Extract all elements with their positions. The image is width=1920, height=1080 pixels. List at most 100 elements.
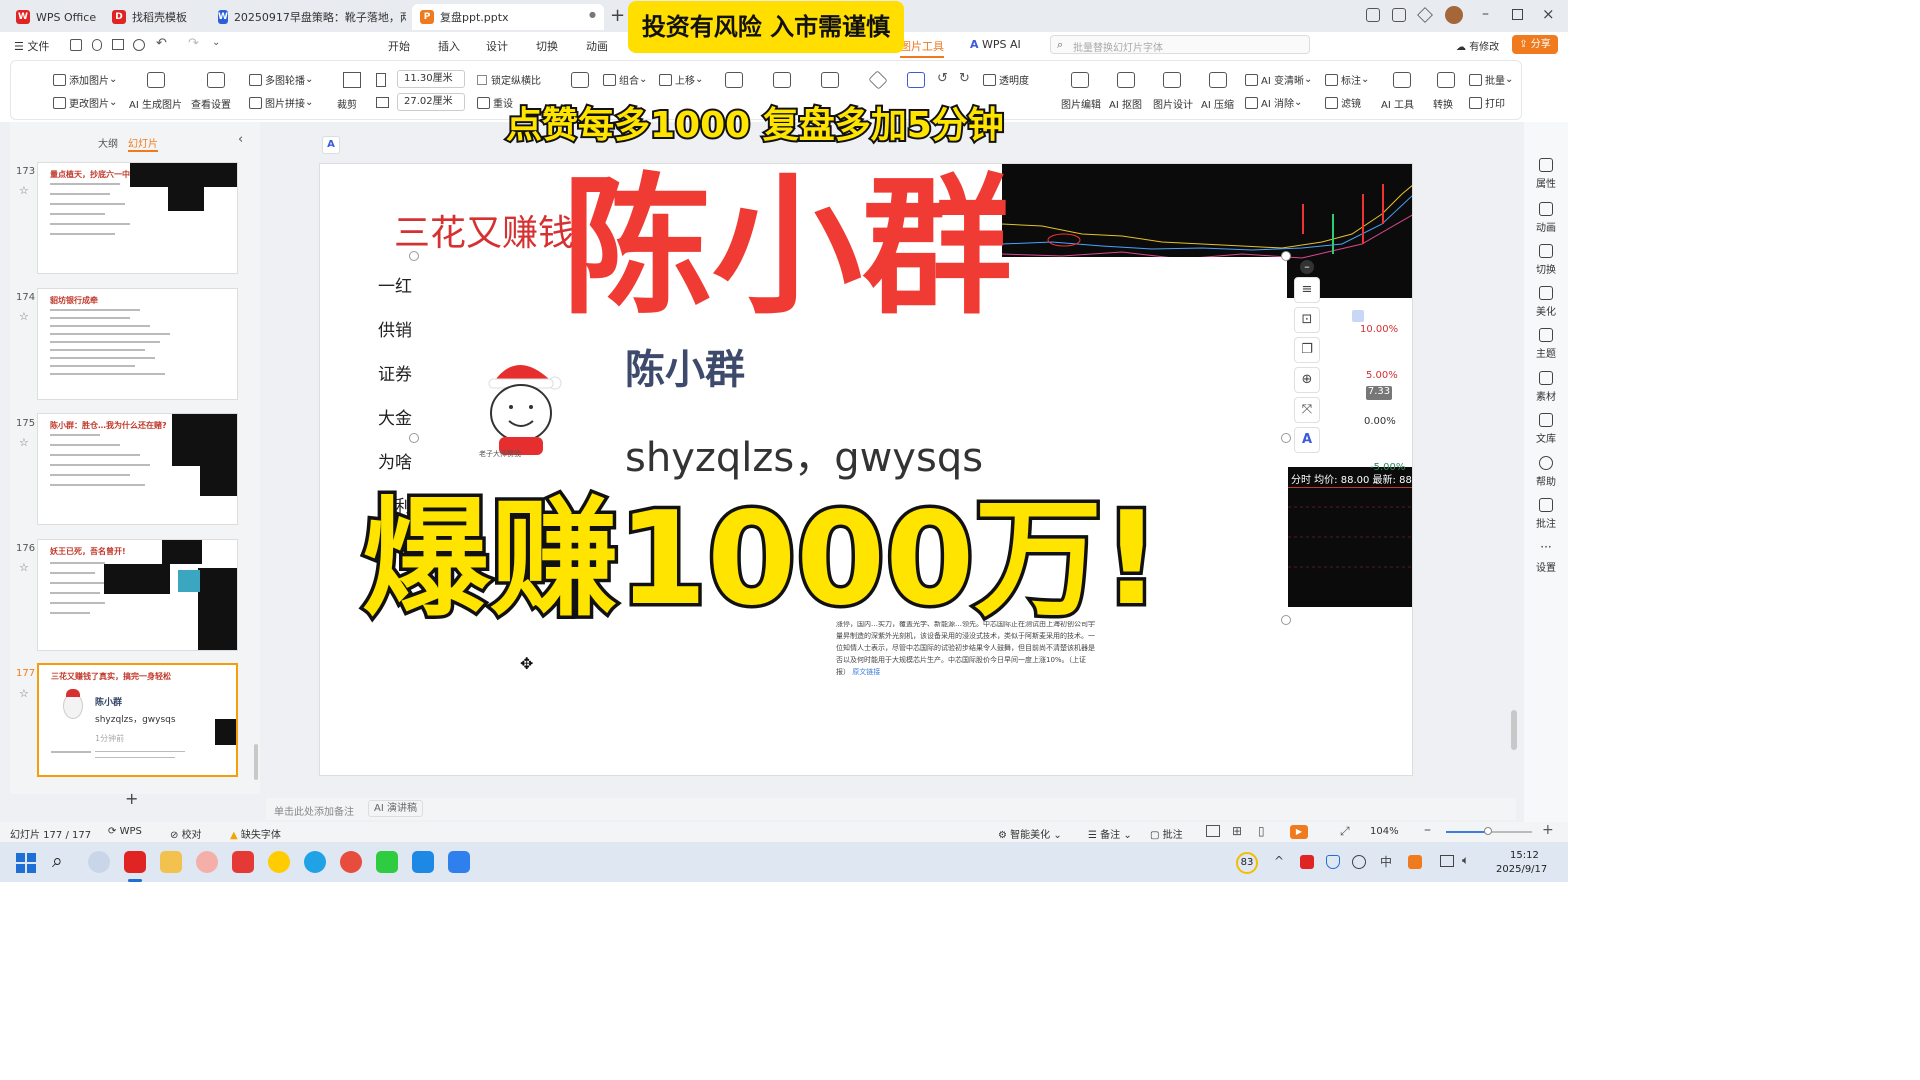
weather-badge[interactable]: 83: [1236, 852, 1258, 874]
sidebar-theme[interactable]: 主题: [1524, 328, 1568, 360]
multi-carousel-button[interactable]: 多图轮播 ⌄: [249, 72, 313, 87]
slide-line[interactable]: 大金: [378, 404, 412, 429]
picture-frame-icon[interactable]: [907, 72, 925, 88]
slide-line[interactable]: 供销: [378, 316, 412, 341]
filter-button[interactable]: 滤镜: [1325, 95, 1361, 110]
ai-compress-icon[interactable]: [1209, 72, 1227, 88]
copy-icon[interactable]: ❐: [1294, 337, 1320, 363]
reading-view-icon[interactable]: ▯: [1258, 824, 1265, 838]
security-shield-icon[interactable]: [1326, 855, 1340, 869]
proofread-button[interactable]: ⊘ 校对: [170, 826, 202, 841]
zoom-in-icon[interactable]: ⊕: [1294, 367, 1320, 393]
change-picture-button[interactable]: 更改图片 ⌄: [53, 95, 117, 110]
zoom-out-icon[interactable]: –: [1424, 822, 1431, 838]
share-button[interactable]: ⇪ 分享: [1512, 35, 1558, 54]
fit-window-icon[interactable]: ⤢: [1340, 824, 1350, 839]
search-box[interactable]: ⌕ 批量替换幻灯片字体: [1050, 35, 1310, 54]
ai-generate-picture-label[interactable]: AI 生成图片: [129, 96, 182, 111]
sidebar-settings[interactable]: ··· 设置: [1524, 541, 1568, 574]
play-slideshow-icon[interactable]: ▶: [1290, 825, 1308, 839]
picture-stitch-button[interactable]: 图片拼接 ⌄: [249, 95, 313, 110]
lock-ratio-checkbox[interactable]: 锁定纵横比: [477, 72, 541, 87]
layers-icon[interactable]: ≡: [1294, 277, 1320, 303]
unsaved-dot-icon[interactable]: ●: [589, 10, 596, 19]
slide-line[interactable]: 一红: [378, 272, 412, 297]
ai-erase-button[interactable]: AI 消除 ⌄: [1245, 95, 1302, 110]
outline-tab[interactable]: 大纲: [98, 135, 118, 150]
sidebar-material[interactable]: 素材: [1524, 371, 1568, 403]
add-slide-icon[interactable]: +: [125, 789, 138, 808]
missing-font-button[interactable]: ▲ 缺失字体: [230, 826, 281, 841]
group-button[interactable]: 组合 ⌄: [603, 72, 647, 87]
resize-handle[interactable]: [1281, 433, 1291, 443]
preview-icon[interactable]: [133, 39, 145, 51]
wps-taskbar-icon[interactable]: [124, 851, 146, 873]
maximize-icon[interactable]: [1512, 9, 1523, 20]
menu-home[interactable]: 开始: [388, 38, 410, 54]
undo-icon[interactable]: ↶: [156, 36, 167, 51]
notes-placeholder[interactable]: 单击此处添加备注: [274, 803, 354, 818]
picture-edit-label[interactable]: 图片编辑: [1061, 96, 1101, 111]
star-icon[interactable]: ☆: [19, 184, 29, 197]
ai-sharpen-button[interactable]: AI 变清晰 ⌄: [1245, 72, 1312, 87]
slide-ai-icon[interactable]: A: [322, 136, 340, 154]
zoom-slider-thumb[interactable]: [1484, 827, 1492, 835]
app-icon[interactable]: [448, 851, 470, 873]
has-changes-button[interactable]: ☁ 有修改: [1456, 38, 1499, 53]
tab-word-doc[interactable]: W 20250917早盘策略：靴子落地，两: [210, 4, 406, 30]
chrome-browser-icon[interactable]: [340, 851, 362, 873]
app-icon[interactable]: [412, 851, 434, 873]
zoom-in-status-icon[interactable]: +: [1542, 822, 1554, 838]
sidebar-comments[interactable]: 批注: [1524, 498, 1568, 530]
pdf-app-icon[interactable]: [232, 851, 254, 873]
view-settings-icon[interactable]: [207, 72, 225, 88]
ai-lecture-button[interactable]: AI 演讲稿: [368, 800, 423, 817]
menu-transition[interactable]: 切换: [536, 38, 558, 54]
search-taskbar-icon[interactable]: ⌕: [52, 850, 63, 872]
sidebar-transition[interactable]: 切换: [1524, 244, 1568, 276]
zoom-level[interactable]: 104%: [1370, 826, 1399, 837]
edge-browser-icon[interactable]: [304, 851, 326, 873]
crop-icon[interactable]: [343, 72, 361, 88]
ai-compress-label[interactable]: AI 压缩: [1201, 96, 1234, 111]
tab-ppt-doc[interactable]: P 复盘ppt.pptx ●: [412, 4, 604, 30]
picture-border-icon[interactable]: [773, 72, 791, 88]
vertical-scrollbar[interactable]: [1511, 710, 1517, 750]
comments-toggle-button[interactable]: ▢ 批注: [1150, 826, 1183, 841]
slide-line[interactable]: 证券: [378, 360, 412, 385]
ai-tools-label[interactable]: AI 工具: [1381, 96, 1414, 111]
panel-scrollbar[interactable]: [254, 744, 258, 780]
menu-insert[interactable]: 插入: [438, 38, 460, 54]
news-link[interactable]: 原文链接: [852, 668, 880, 676]
print-icon[interactable]: [112, 39, 124, 50]
app-icon[interactable]: [196, 851, 218, 873]
bring-forward-button[interactable]: 上移 ⌄: [659, 72, 703, 87]
intraday-chart-image[interactable]: 分时 均价: 88.00 最新: 88.0: [1288, 467, 1412, 607]
batch-button[interactable]: 批量 ⌄: [1469, 72, 1513, 87]
notes-toggle-button[interactable]: ☰ 备注 ⌄: [1088, 826, 1132, 841]
sidebar-library[interactable]: 文库: [1524, 413, 1568, 445]
grid-view-icon[interactable]: ⊞: [1232, 824, 1242, 838]
chat-app-icon[interactable]: [268, 851, 290, 873]
resize-handle[interactable]: [409, 251, 419, 261]
close-icon[interactable]: ×: [1542, 5, 1555, 23]
cube-icon[interactable]: [1417, 7, 1433, 23]
wps-status[interactable]: ⟳ WPS: [108, 826, 142, 837]
save-icon[interactable]: [70, 39, 82, 51]
menu-design[interactable]: 设计: [486, 38, 508, 54]
height-input[interactable]: 27.02厘米: [397, 93, 465, 111]
ai-generate-picture-icon[interactable]: [147, 72, 165, 88]
file-explorer-icon[interactable]: [160, 851, 182, 873]
tab-docer[interactable]: D 找稻壳模板: [104, 4, 204, 30]
align-icon[interactable]: [725, 72, 743, 88]
slide-thumbnail-177[interactable]: 三花又赚钱了真实，搞完一身轻松 陈小群 shyzqlzs，gwysqs 1分钟前: [37, 663, 238, 777]
print-button[interactable]: 打印: [1469, 95, 1505, 110]
resize-handle[interactable]: [1281, 251, 1291, 261]
slide-thumbnail-173[interactable]: 量点植天，抄底六一中期: [37, 162, 238, 274]
fit-icon[interactable]: ⤧: [1294, 397, 1320, 423]
picture-effect-icon[interactable]: [821, 72, 839, 88]
quick-access-chevron-icon[interactable]: ⌄: [212, 37, 220, 48]
slide-thumbnail-175[interactable]: 陈小群：胜仓…我为什么还在赌?: [37, 413, 238, 525]
slides-tab[interactable]: 幻灯片: [128, 135, 158, 152]
tray-wps-icon[interactable]: [1300, 855, 1314, 869]
